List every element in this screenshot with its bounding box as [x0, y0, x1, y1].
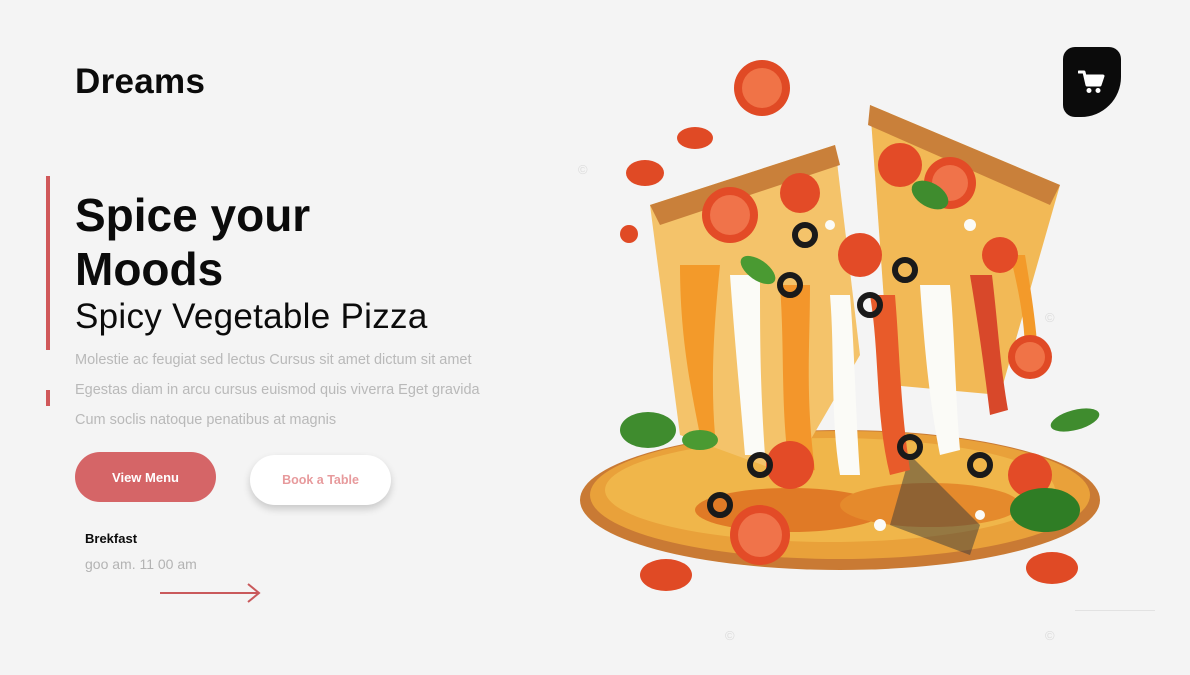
- divider-line: [1075, 610, 1155, 611]
- arrow-right-icon[interactable]: [158, 580, 262, 606]
- book-table-button[interactable]: Book a Table: [250, 455, 391, 505]
- hours-label: Brekfast: [85, 531, 138, 546]
- landing-page: Dreams Spice your Moods Spicy Vegetable …: [0, 0, 1190, 675]
- accent-bar-description: [46, 390, 50, 406]
- watermark-mark: ©: [725, 628, 735, 643]
- hero-subheadline: Spicy Vegetable Pizza: [75, 297, 428, 336]
- accent-bar-headline: [46, 176, 50, 350]
- hero-description-line: Egestas diam in arcu cursus euismod quis…: [75, 382, 480, 398]
- watermark-mark: ©: [1045, 310, 1055, 325]
- hero-description-line: Molestie ac feugiat sed lectus Cursus si…: [75, 352, 472, 368]
- watermark-mark: ©: [578, 162, 588, 177]
- brand-logo[interactable]: Dreams: [75, 62, 205, 102]
- hero-headline: Spice your Moods: [75, 189, 311, 295]
- view-menu-button[interactable]: View Menu: [75, 452, 216, 502]
- hours-time: goo am. 11 00 am: [85, 556, 197, 572]
- hero-description-line: Cum soclis natoque penatibus at magnis: [75, 412, 337, 428]
- watermark-mark: ©: [1045, 628, 1055, 643]
- pizza-illustration: [580, 60, 1100, 591]
